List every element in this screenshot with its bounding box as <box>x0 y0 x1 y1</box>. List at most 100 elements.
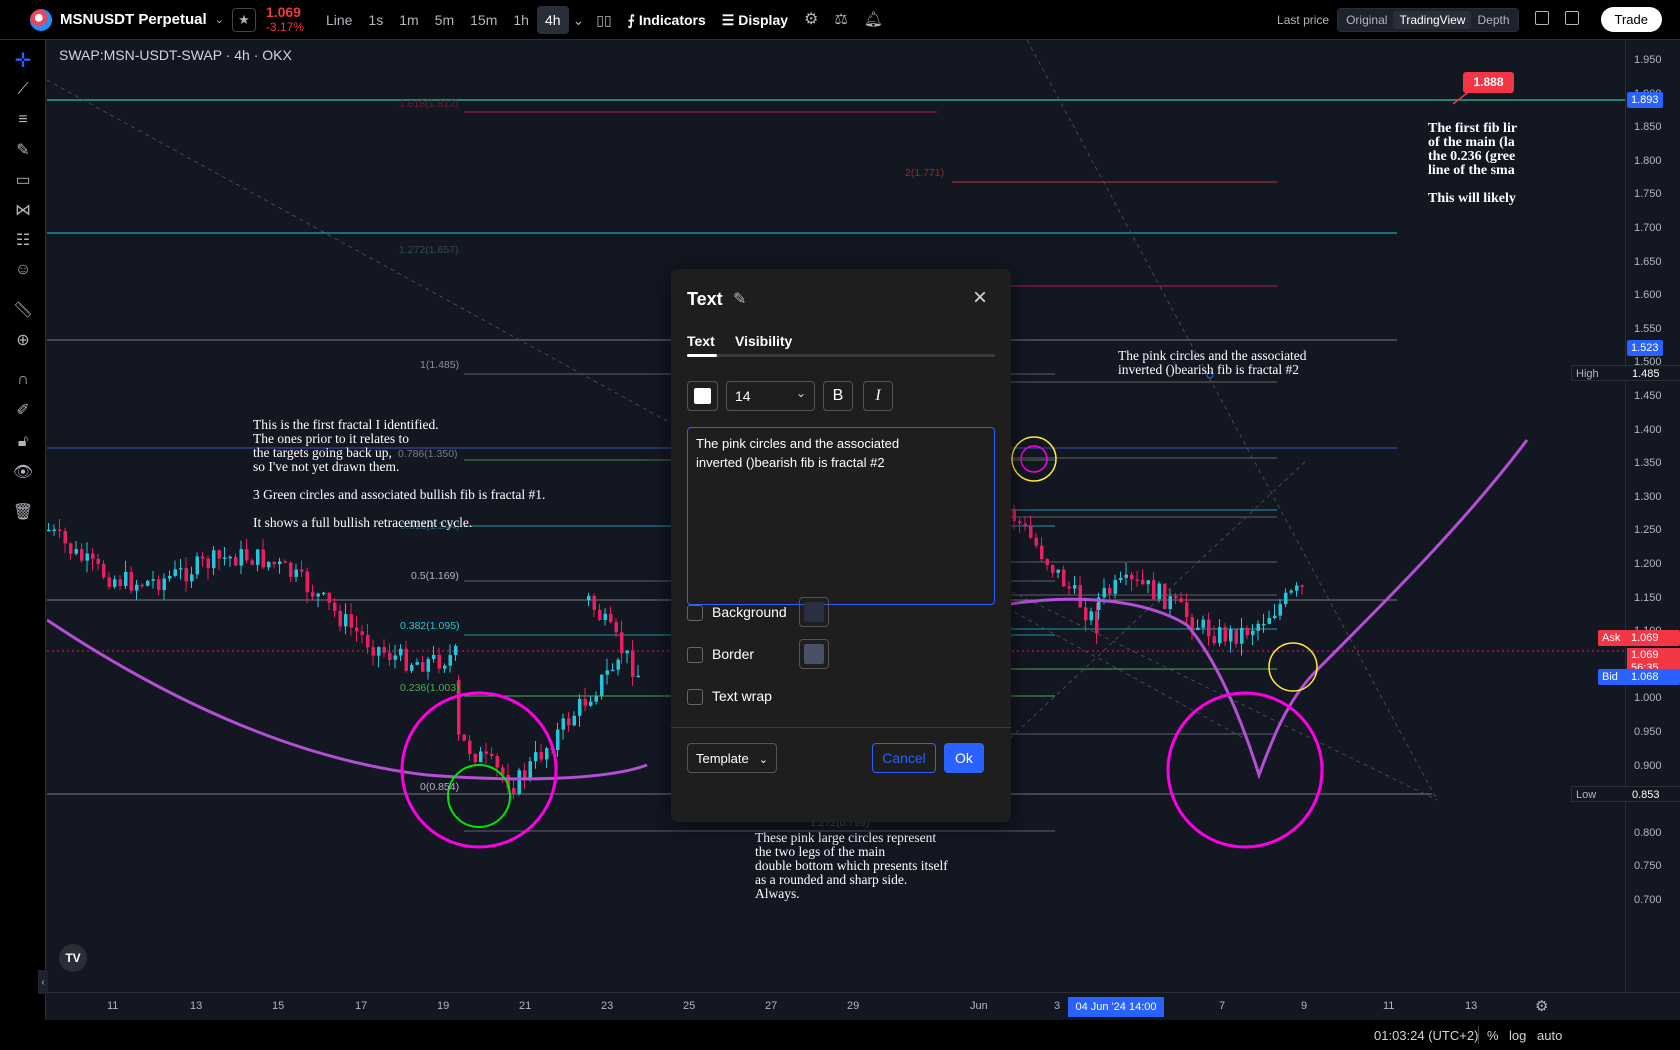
brush-icon[interactable]: ✎ <box>11 138 35 162</box>
view-depth[interactable]: Depth <box>1471 11 1515 29</box>
font-size-select[interactable]: 14 ⌄ <box>726 381 815 411</box>
candle-body <box>377 647 381 656</box>
layout-square-icon[interactable] <box>1534 11 1549 28</box>
cancel-button[interactable]: Cancel <box>872 743 936 773</box>
border-checkbox[interactable] <box>687 647 703 663</box>
lock-drawing-icon[interactable]: ✐ <box>11 398 35 422</box>
time-tick: 19 <box>437 1000 450 1012</box>
trash-icon[interactable]: 🗑︎ <box>11 500 35 524</box>
interval-4h[interactable]: 4h <box>536 5 569 34</box>
candle-body <box>410 664 414 671</box>
high-value: 1.485 <box>1632 368 1660 380</box>
indicators-icon: ⨍ <box>627 11 639 28</box>
settings-gear-icon[interactable]: ⚙ <box>796 6 826 34</box>
border-color-swatch[interactable] <box>799 639 829 669</box>
note-fractal-1[interactable]: This is the first fractal I identified. … <box>253 418 545 530</box>
candle-body <box>1095 611 1099 634</box>
view-tradingview[interactable]: TradingView <box>1393 10 1472 29</box>
ok-button[interactable]: Ok <box>944 743 984 773</box>
display-button[interactable]: ☰ Display <box>714 6 796 34</box>
candle-type-icon[interactable]: ▯▯ <box>588 6 619 34</box>
dialog-title: Text <box>687 289 723 309</box>
candle-body <box>91 553 95 559</box>
tab-indicator <box>687 354 995 357</box>
last-price-selector[interactable]: Last price <box>1277 13 1329 27</box>
candle-body <box>1124 574 1128 578</box>
price-axis[interactable]: 1.9501.9001.8501.8001.7501.7001.6501.600… <box>1571 40 1680 992</box>
time-axis[interactable]: 11 13 15 17 19 21 23 25 27 29 Jun 3 7 9 11 13 04 Jun '2… <box>47 992 1680 1020</box>
auto-toggle[interactable]: auto <box>1537 1028 1562 1043</box>
candle-body <box>462 734 466 741</box>
text-content-input[interactable]: The pink circles and the associated inve… <box>687 427 995 605</box>
text-wrap-checkbox[interactable] <box>687 689 703 705</box>
candle-body <box>135 584 139 591</box>
interval-line[interactable]: Line <box>318 6 360 34</box>
horizontal-lines-icon[interactable]: ≡ <box>11 108 35 132</box>
alert-bell-icon[interactable]: 🔔︎ <box>856 6 891 34</box>
note-double-bottom[interactable]: These pink large circles represent the t… <box>755 831 948 901</box>
tab-visibility[interactable]: Visibility <box>735 333 792 349</box>
crosshair-icon[interactable]: ✛ <box>11 48 35 72</box>
text-note-icon[interactable]: ▭ <box>11 168 35 192</box>
candle-body <box>426 658 430 672</box>
candle-body <box>605 670 609 675</box>
indicators-button[interactable]: ⨍ Indicators <box>620 6 714 34</box>
background-color-swatch[interactable] <box>799 597 829 627</box>
background-checkbox[interactable] <box>687 605 703 621</box>
lock-icon[interactable]: 🔓︎ <box>11 430 35 454</box>
note-fractal-2[interactable]: The pink circles and the associated inve… <box>1118 349 1307 377</box>
interval-5m[interactable]: 5m <box>427 6 462 34</box>
edit-title-pencil-icon[interactable]: ✎ <box>733 289 746 309</box>
candle-body <box>151 579 155 581</box>
clock[interactable]: 01:03:24 (UTC+2) <box>1374 1028 1478 1043</box>
log-toggle[interactable]: log <box>1509 1028 1526 1043</box>
bold-toggle[interactable]: B <box>823 381 853 411</box>
candle-body <box>69 543 73 554</box>
time-tick: 27 <box>765 1000 778 1012</box>
trend-line-icon[interactable]: ⟋ <box>11 78 35 102</box>
candle-body <box>517 770 521 794</box>
favorite-star-icon[interactable]: ★ <box>231 7 256 32</box>
emoji-icon[interactable]: ☺ <box>11 258 35 282</box>
text-wrap-label: Text wrap <box>712 688 772 704</box>
template-dropdown[interactable]: Template ⌄ <box>687 743 777 773</box>
interval-1h[interactable]: 1h <box>505 6 537 34</box>
eye-icon[interactable]: 👁︎ <box>11 460 35 484</box>
italic-toggle[interactable]: I <box>863 381 893 411</box>
candle-body <box>1295 585 1299 591</box>
interval-1s[interactable]: 1s <box>360 6 391 34</box>
note-first-fib[interactable]: The first fib lir of the main (la the 0.… <box>1428 122 1517 206</box>
screenshot-icon[interactable] <box>1564 11 1579 28</box>
compare-scale-icon[interactable]: ⚖ <box>826 6 855 34</box>
zoom-icon[interactable]: ⊕ <box>11 328 35 352</box>
time-tick: Jun <box>970 1000 988 1012</box>
symbol-name[interactable]: MSNUSDT Perpetual <box>60 11 207 28</box>
candle-body <box>484 751 488 754</box>
interval-1m[interactable]: 1m <box>391 6 426 34</box>
time-tick: 13 <box>1465 1000 1478 1012</box>
tab-text[interactable]: Text <box>687 333 715 349</box>
candle-body <box>561 718 565 730</box>
fib-tool-icon[interactable]: ☷ <box>11 228 35 252</box>
template-label: Template <box>696 751 749 766</box>
text-color-swatch[interactable] <box>687 381 718 411</box>
chart-pane[interactable]: SWAP:MSN-USDT-SWAP · 4h · OKX 1.618(1.81… <box>47 40 1625 992</box>
tradingview-logo-icon[interactable]: TV <box>59 944 87 972</box>
interval-15m[interactable]: 15m <box>462 6 505 34</box>
price-tick: 1.300 <box>1634 490 1662 503</box>
display-label: Display <box>738 11 789 28</box>
magnet-icon[interactable]: ∩ <box>11 368 35 392</box>
axis-settings-gear-icon[interactable]: ⚙ <box>1535 997 1548 1015</box>
crosshair-time-label: 04 Jun '24 14:00 <box>1068 997 1164 1017</box>
symbol-dropdown-chevron-icon[interactable]: ⌄ <box>215 13 224 26</box>
pattern-icon[interactable]: ⋈ <box>11 198 35 222</box>
display-icon: ☰ <box>721 11 739 28</box>
close-icon[interactable]: × <box>969 286 991 310</box>
candle-body <box>1229 629 1233 642</box>
trade-button[interactable]: Trade <box>1600 7 1662 32</box>
percent-toggle[interactable]: % <box>1487 1028 1499 1043</box>
candle-body <box>603 613 607 621</box>
interval-dropdown-chevron-icon[interactable]: ⌄ <box>569 6 589 34</box>
ruler-icon[interactable]: 📏︎ <box>11 298 35 322</box>
view-original[interactable]: Original <box>1340 11 1393 29</box>
